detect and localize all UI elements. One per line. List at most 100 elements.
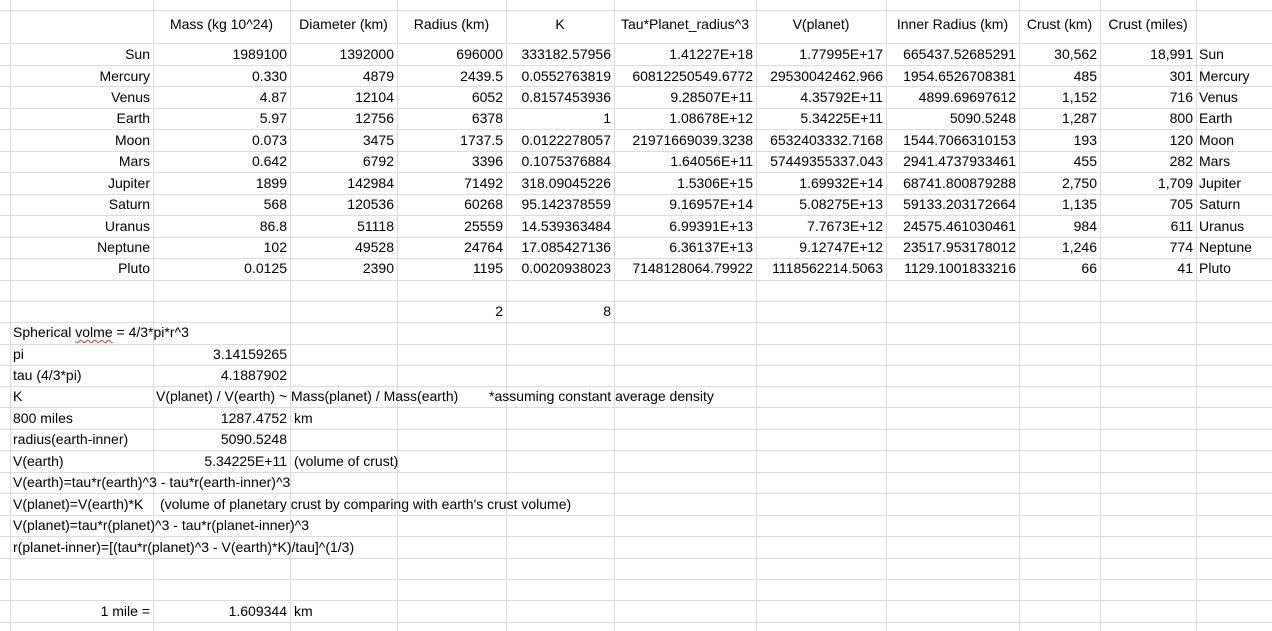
- cell-inner-radius[interactable]: 5090.5248: [886, 108, 1016, 129]
- cell-k[interactable]: 0.1075376884: [506, 151, 611, 172]
- cell-diameter[interactable]: 120536: [290, 194, 394, 215]
- cell-inner-radius[interactable]: 23517.953178012: [886, 237, 1016, 258]
- cell-crust-km[interactable]: 30,562: [1019, 44, 1097, 65]
- k-assumption-note[interactable]: *assuming constant average density: [489, 386, 749, 407]
- cell-tau-radius[interactable]: 6.36137E+13: [614, 237, 753, 258]
- formula-v-planet[interactable]: V(planet)=tau*r(planet)^3 - tau*r(planet…: [13, 515, 433, 536]
- cell-k[interactable]: 14.539363484: [506, 216, 611, 237]
- cell-tau-radius[interactable]: 9.16957E+14: [614, 194, 753, 215]
- cell-radius[interactable]: 1737.5: [397, 130, 503, 151]
- cell-k[interactable]: 17.085427136: [506, 237, 611, 258]
- cell-v-planet[interactable]: 57449355337.043: [756, 151, 883, 172]
- k-label[interactable]: K: [13, 386, 151, 407]
- planet-name[interactable]: Moon: [10, 130, 150, 151]
- cell-crust-km[interactable]: 1,246: [1019, 237, 1097, 258]
- cell-k[interactable]: 333182.57956: [506, 44, 611, 65]
- cell-inner-radius[interactable]: 1129.1001833216: [886, 258, 1016, 279]
- header-radius[interactable]: Radius (km): [397, 14, 506, 35]
- cell-crust-miles[interactable]: 611: [1100, 216, 1193, 237]
- spherical-volume-note[interactable]: Spherical volme = 4/3*pi*r^3: [13, 322, 313, 343]
- cell-crust-miles[interactable]: 301: [1100, 66, 1193, 87]
- cell-radius[interactable]: 696000: [397, 44, 503, 65]
- cell-v-planet[interactable]: 1.77995E+17: [756, 44, 883, 65]
- header-v-planet[interactable]: V(planet): [756, 14, 886, 35]
- cell-radius[interactable]: 60268: [397, 194, 503, 215]
- cell-inner-radius[interactable]: 4899.69697612: [886, 87, 1016, 108]
- cell-k[interactable]: 318.09045226: [506, 173, 611, 194]
- mile-unit[interactable]: km: [294, 601, 394, 622]
- radius-inner-label[interactable]: radius(earth-inner): [13, 429, 151, 450]
- cell-planet-label[interactable]: Earth: [1199, 108, 1271, 129]
- v-earth-label[interactable]: V(earth): [13, 451, 151, 472]
- cell-v-planet[interactable]: 1118562214.5063: [756, 258, 883, 279]
- cell-inner-radius[interactable]: 2941.4737933461: [886, 151, 1016, 172]
- cell-radius[interactable]: 6378: [397, 108, 503, 129]
- pi-label[interactable]: pi: [13, 344, 151, 365]
- radius-param-cell[interactable]: 2: [397, 301, 503, 322]
- cell-inner-radius[interactable]: 24575.461030461: [886, 216, 1016, 237]
- tau-label[interactable]: tau (4/3*pi): [13, 365, 151, 386]
- cell-v-planet[interactable]: 7.7673E+12: [756, 216, 883, 237]
- cell-planet-label[interactable]: Moon: [1199, 130, 1271, 151]
- cell-k[interactable]: 0.8157453936: [506, 87, 611, 108]
- planet-name[interactable]: Venus: [10, 87, 150, 108]
- header-crust-miles[interactable]: Crust (miles): [1100, 14, 1196, 35]
- cell-crust-km[interactable]: 1,152: [1019, 87, 1097, 108]
- cell-k[interactable]: 95.142378559: [506, 194, 611, 215]
- cell-crust-km[interactable]: 1,287: [1019, 108, 1097, 129]
- cell-tau-radius[interactable]: 9.28507E+11: [614, 87, 753, 108]
- cell-crust-miles[interactable]: 18,991: [1100, 44, 1193, 65]
- cell-mass[interactable]: 1899: [153, 173, 287, 194]
- formula-inner-radius[interactable]: r(planet-inner)=[(tau*r(planet)^3 - V(ea…: [13, 537, 433, 558]
- formula-v-planet-k[interactable]: V(planet)=V(earth)*K: [13, 494, 158, 515]
- cell-crust-miles[interactable]: 800: [1100, 108, 1193, 129]
- cell-crust-km[interactable]: 2,750: [1019, 173, 1097, 194]
- tau-value[interactable]: 4.1887902: [153, 365, 287, 386]
- header-k[interactable]: K: [506, 14, 614, 35]
- cell-diameter[interactable]: 1392000: [290, 44, 394, 65]
- cell-planet-label[interactable]: Jupiter: [1199, 173, 1271, 194]
- planet-name[interactable]: Mercury: [10, 66, 150, 87]
- cell-mass[interactable]: 0.073: [153, 130, 287, 151]
- cell-diameter[interactable]: 4879: [290, 66, 394, 87]
- miles-value[interactable]: 1287.4752: [153, 408, 287, 429]
- cell-mass[interactable]: 0.0125: [153, 258, 287, 279]
- cell-diameter[interactable]: 51118: [290, 216, 394, 237]
- cell-radius[interactable]: 6052: [397, 87, 503, 108]
- cell-planet-label[interactable]: Sun: [1199, 44, 1271, 65]
- cell-v-planet[interactable]: 6532403332.7168: [756, 130, 883, 151]
- cell-mass[interactable]: 568: [153, 194, 287, 215]
- k-param-cell[interactable]: 8: [506, 301, 611, 322]
- cell-inner-radius[interactable]: 1544.7066310153: [886, 130, 1016, 151]
- cell-tau-radius[interactable]: 6.99391E+13: [614, 216, 753, 237]
- cell-v-planet[interactable]: 9.12747E+12: [756, 237, 883, 258]
- cell-planet-label[interactable]: Mars: [1199, 151, 1271, 172]
- cell-radius[interactable]: 2439.5: [397, 66, 503, 87]
- cell-radius[interactable]: 3396: [397, 151, 503, 172]
- cell-tau-radius[interactable]: 1.41227E+18: [614, 44, 753, 65]
- planet-name[interactable]: Pluto: [10, 258, 150, 279]
- cell-crust-miles[interactable]: 41: [1100, 258, 1193, 279]
- cell-planet-label[interactable]: Pluto: [1199, 258, 1271, 279]
- planet-name[interactable]: Jupiter: [10, 173, 150, 194]
- cell-inner-radius[interactable]: 68741.800879288: [886, 173, 1016, 194]
- cell-tau-radius[interactable]: 60812250549.6772: [614, 66, 753, 87]
- miles-label[interactable]: 800 miles: [13, 408, 151, 429]
- radius-inner-value[interactable]: 5090.5248: [153, 429, 287, 450]
- cell-crust-km[interactable]: 485: [1019, 66, 1097, 87]
- planet-name[interactable]: Sun: [10, 44, 150, 65]
- header-tau-radius[interactable]: Tau*Planet_radius^3: [614, 14, 756, 35]
- cell-mass[interactable]: 86.8: [153, 216, 287, 237]
- cell-crust-miles[interactable]: 282: [1100, 151, 1193, 172]
- cell-crust-miles[interactable]: 774: [1100, 237, 1193, 258]
- cell-radius[interactable]: 24764: [397, 237, 503, 258]
- planet-name[interactable]: Earth: [10, 108, 150, 129]
- cell-k[interactable]: 0.0552763819: [506, 66, 611, 87]
- v-earth-note[interactable]: (volume of crust): [294, 451, 494, 472]
- cell-k[interactable]: 0.0020938023: [506, 258, 611, 279]
- cell-diameter[interactable]: 49528: [290, 237, 394, 258]
- cell-tau-radius[interactable]: 1.64056E+11: [614, 151, 753, 172]
- cell-planet-label[interactable]: Venus: [1199, 87, 1271, 108]
- cell-mass[interactable]: 0.642: [153, 151, 287, 172]
- cell-radius[interactable]: 1195: [397, 258, 503, 279]
